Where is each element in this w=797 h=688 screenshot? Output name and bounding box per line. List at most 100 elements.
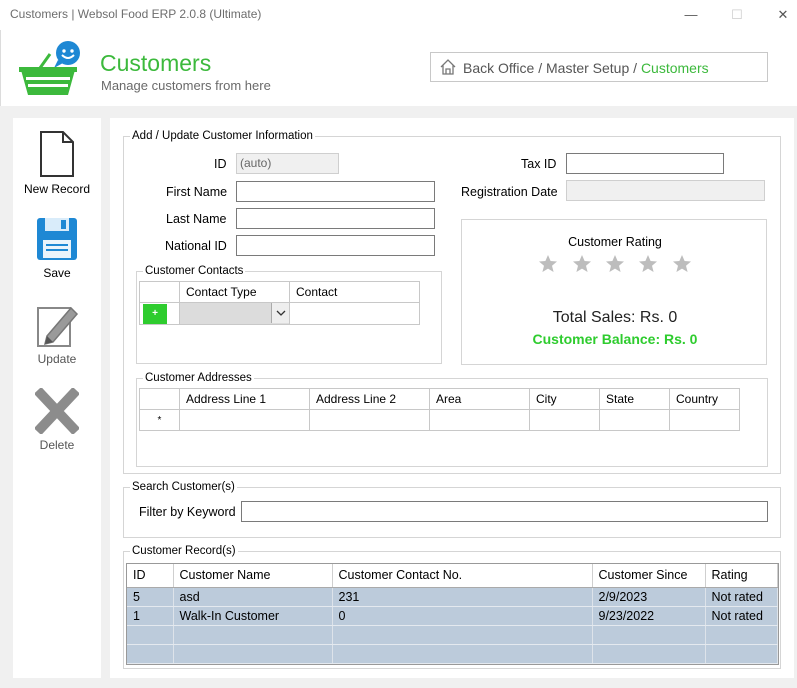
record-contact-cell[interactable]: 231 xyxy=(332,587,593,607)
customer-rating-title: Customer Rating xyxy=(568,235,662,249)
minimize-button[interactable]: — xyxy=(676,5,706,25)
new-row-marker: * xyxy=(139,409,180,431)
page-subtitle: Manage customers from here xyxy=(101,78,271,93)
customer-info-legend: Add / Update Customer Information xyxy=(132,130,313,142)
registration-date-field[interactable] xyxy=(566,180,765,201)
contact-header[interactable]: Contact xyxy=(289,281,420,303)
records-name-header[interactable]: Customer Name xyxy=(173,564,333,588)
rating-stars[interactable] xyxy=(462,254,768,277)
contact-type-dropdown[interactable] xyxy=(179,302,290,325)
star-icon[interactable] xyxy=(638,254,658,277)
customer-basket-logo-icon xyxy=(18,40,88,103)
customer-contacts-legend: Customer Contacts xyxy=(145,265,244,277)
country-header[interactable]: Country xyxy=(669,388,740,410)
record-rating-cell[interactable]: Not rated xyxy=(705,606,778,626)
record-since-cell[interactable]: 9/23/2022 xyxy=(592,606,706,626)
table-row-empty xyxy=(127,625,778,645)
address-line-1-header[interactable]: Address Line 1 xyxy=(179,388,310,410)
customer-balance-text: Customer Balance: Rs. 0 xyxy=(532,331,698,347)
record-since-cell[interactable]: 2/9/2023 xyxy=(592,587,706,607)
search-legend: Search Customer(s) xyxy=(132,481,235,493)
contact-cell[interactable] xyxy=(289,302,420,325)
registration-date-label: Registration Date xyxy=(461,185,558,199)
update-button[interactable]: Update xyxy=(13,302,101,388)
contact-type-header[interactable]: Contact Type xyxy=(179,281,290,303)
address-line-1-cell[interactable] xyxy=(179,409,310,431)
new-record-button[interactable]: New Record xyxy=(13,130,101,216)
record-id-cell[interactable]: 1 xyxy=(127,606,174,626)
address-line-2-header[interactable]: Address Line 2 xyxy=(309,388,430,410)
address-line-2-cell[interactable] xyxy=(309,409,430,431)
contacts-grid[interactable]: Contact Type Contact + xyxy=(139,281,420,325)
breadcrumb: Back Office / Master Setup / Customers xyxy=(430,52,768,82)
star-icon[interactable] xyxy=(572,254,592,277)
star-icon[interactable] xyxy=(538,254,558,277)
contacts-corner-header xyxy=(139,281,180,303)
breadcrumb-trail[interactable]: Back Office / Master Setup / xyxy=(463,60,641,76)
save-button[interactable]: Save xyxy=(13,216,101,302)
addresses-grid[interactable]: Address Line 1 Address Line 2 Area City … xyxy=(139,388,740,431)
breadcrumb-current: Customers xyxy=(640,60,709,76)
area-cell[interactable] xyxy=(429,409,530,431)
customer-records-grid[interactable]: ID Customer Name Customer Contact No. Cu… xyxy=(126,563,779,665)
city-cell[interactable] xyxy=(529,409,600,431)
star-icon[interactable] xyxy=(605,254,625,277)
record-name-cell[interactable]: Walk-In Customer xyxy=(173,606,333,626)
national-id-label: National ID xyxy=(165,239,227,253)
city-header[interactable]: City xyxy=(529,388,600,410)
main-content: Add / Update Customer Information ID (au… xyxy=(110,118,794,678)
action-sidebar: New Record Save Update Delete xyxy=(13,118,101,678)
tax-id-label: Tax ID xyxy=(521,157,557,171)
customer-rating-panel: Customer Rating Total Sales: Rs. 0 Custo… xyxy=(461,219,767,365)
save-label: Save xyxy=(43,266,71,280)
add-contact-cell: + xyxy=(139,302,180,325)
breadcrumb-text: Back Office / Master Setup / Customers xyxy=(463,60,709,76)
update-label: Update xyxy=(37,352,77,366)
filter-keyword-label: Filter by Keyword xyxy=(139,505,236,519)
records-rating-header[interactable]: Rating xyxy=(705,564,778,588)
customer-records-legend: Customer Record(s) xyxy=(132,545,236,557)
new-document-icon xyxy=(40,131,74,177)
customer-addresses-legend: Customer Addresses xyxy=(145,372,252,384)
last-name-label: Last Name xyxy=(166,212,227,226)
table-row-empty xyxy=(127,644,778,664)
addresses-corner-header xyxy=(139,388,180,410)
home-icon[interactable] xyxy=(439,58,457,79)
table-row[interactable]: 5 asd 231 2/9/2023 Not rated xyxy=(127,587,778,607)
record-rating-cell[interactable]: Not rated xyxy=(705,587,778,607)
table-row[interactable]: 1 Walk-In Customer 0 9/23/2022 Not rated xyxy=(127,606,778,626)
record-id-cell[interactable]: 5 xyxy=(127,587,174,607)
first-name-label: First Name xyxy=(166,185,228,199)
country-cell[interactable] xyxy=(669,409,740,431)
first-name-field[interactable] xyxy=(236,181,435,202)
area-header[interactable]: Area xyxy=(429,388,530,410)
page-title: Customers xyxy=(100,50,212,76)
delete-button[interactable]: Delete xyxy=(13,388,101,474)
tax-id-field[interactable] xyxy=(566,153,724,174)
chevron-down-icon[interactable] xyxy=(271,303,289,323)
floppy-disk-icon xyxy=(37,218,77,260)
id-label: ID xyxy=(214,157,227,171)
edit-document-icon xyxy=(37,306,79,347)
filter-keyword-input[interactable] xyxy=(241,501,768,522)
records-since-header[interactable]: Customer Since xyxy=(592,564,706,588)
id-field[interactable]: (auto) xyxy=(236,153,339,174)
maximize-button[interactable]: ☐ xyxy=(722,5,752,25)
last-name-field[interactable] xyxy=(236,208,435,229)
close-button[interactable]: ✕ xyxy=(768,5,797,25)
window-title: Customers | Websol Food ERP 2.0.8 (Ultim… xyxy=(10,7,262,21)
national-id-field[interactable] xyxy=(236,235,435,256)
delete-x-icon xyxy=(35,388,79,434)
star-icon[interactable] xyxy=(672,254,692,277)
total-sales-text: Total Sales: Rs. 0 xyxy=(552,309,678,326)
window-titlebar: Customers | Websol Food ERP 2.0.8 (Ultim… xyxy=(0,0,797,30)
state-header[interactable]: State xyxy=(599,388,670,410)
new-record-label: New Record xyxy=(23,182,91,196)
add-contact-button[interactable]: + xyxy=(143,303,167,324)
records-contact-header[interactable]: Customer Contact No. xyxy=(332,564,593,588)
delete-label: Delete xyxy=(39,438,75,452)
record-contact-cell[interactable]: 0 xyxy=(332,606,593,626)
records-id-header[interactable]: ID xyxy=(127,564,174,588)
state-cell[interactable] xyxy=(599,409,670,431)
record-name-cell[interactable]: asd xyxy=(173,587,333,607)
